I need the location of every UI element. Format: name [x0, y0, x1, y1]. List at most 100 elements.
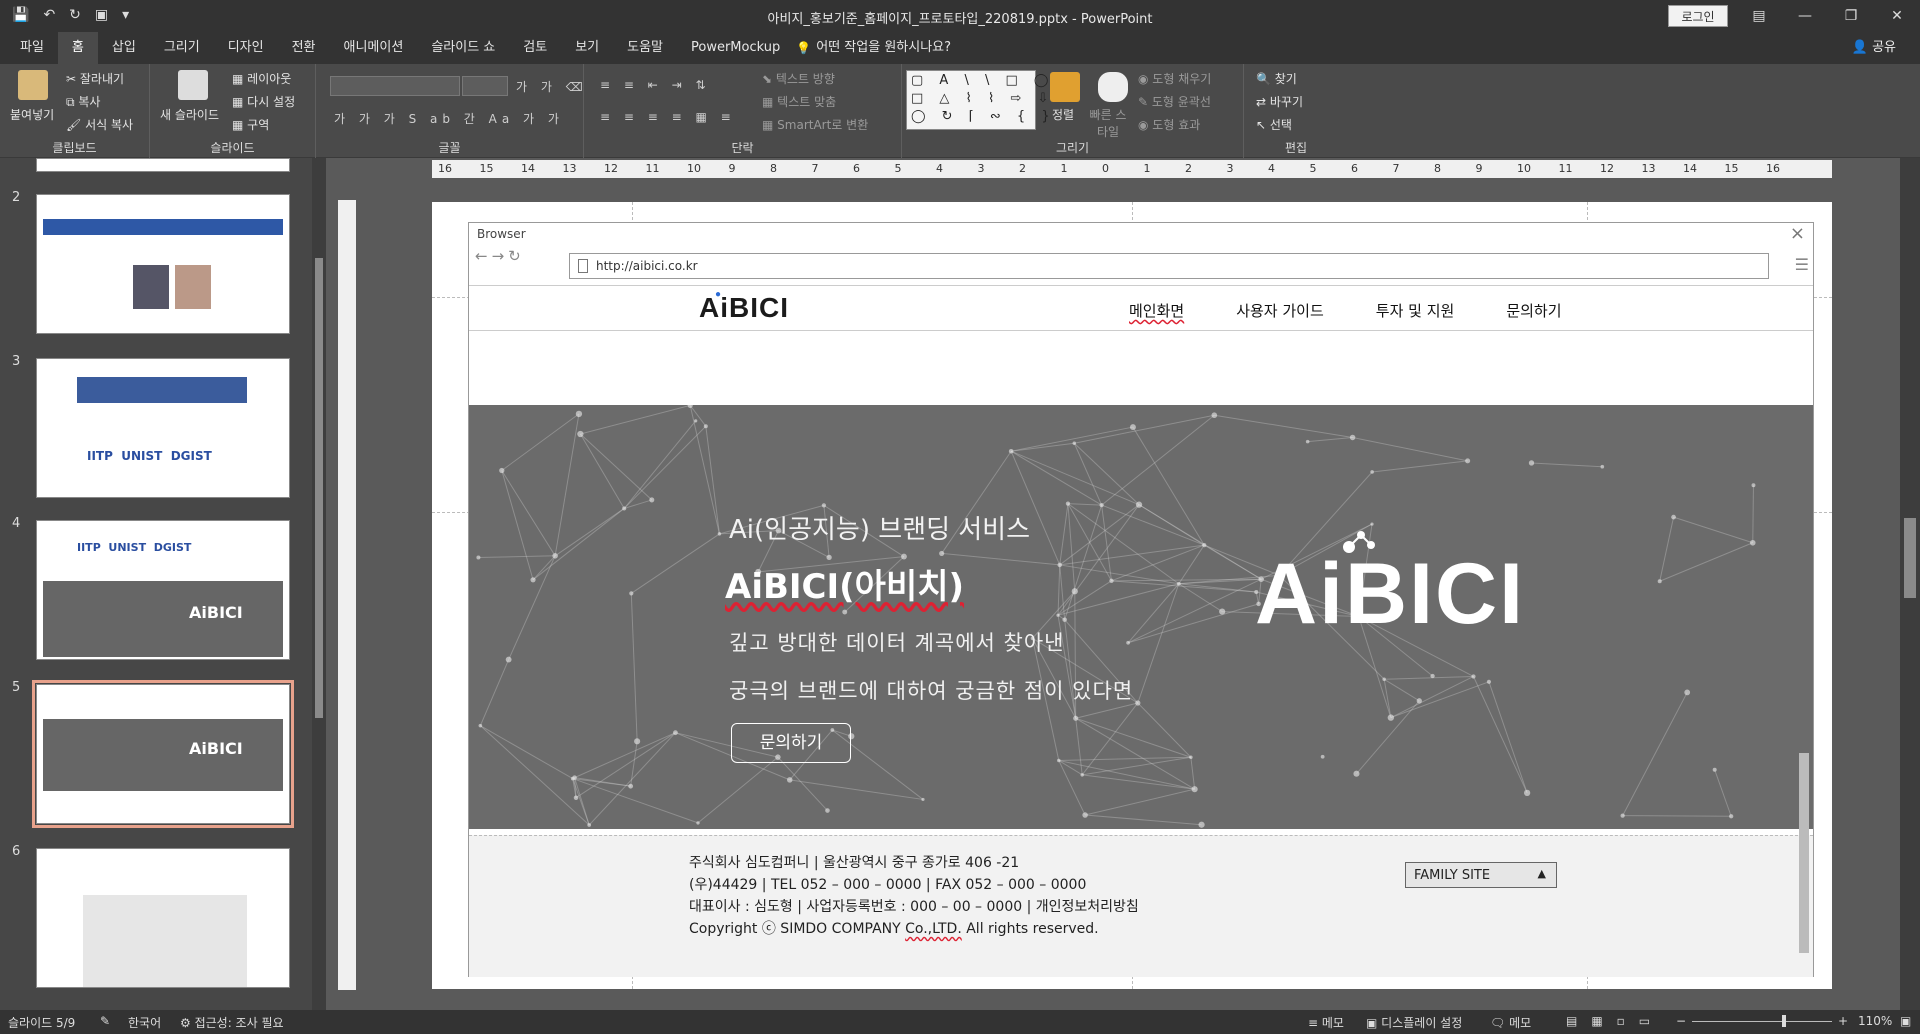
ruler-tick-label: 13: [562, 162, 577, 175]
tab-5[interactable]: 전환: [278, 32, 330, 64]
tab-2[interactable]: 삽입: [98, 32, 150, 64]
tab-9[interactable]: 보기: [561, 32, 613, 64]
shape-outline-button[interactable]: ✎ 도형 윤곽선: [1138, 93, 1211, 110]
font-family-combo[interactable]: [330, 76, 460, 96]
url-bar[interactable]: http://aibici.co.kr: [569, 253, 1769, 279]
browser-close-icon[interactable]: ×: [1790, 223, 1805, 244]
family-site-select[interactable]: FAMILY SITE ▲: [1405, 862, 1557, 888]
text-align-button[interactable]: ▦ 텍스트 맞춤: [762, 93, 836, 110]
select-label: 선택: [1269, 118, 1292, 132]
display-settings-button[interactable]: ▣ 디스플레이 설정: [1366, 1014, 1462, 1031]
arrange-icon[interactable]: [1050, 72, 1080, 102]
browser-label: Browser: [477, 227, 526, 241]
zoom-out-icon[interactable]: −: [1676, 1014, 1686, 1028]
paste-button[interactable]: 붙여넣기: [10, 106, 54, 123]
list-buttons[interactable]: ≡ ≡ ⇤ ⇥ ⇅: [600, 78, 711, 92]
tell-me-search[interactable]: 어떤 작업을 원하시나요?: [794, 32, 951, 64]
notes-button[interactable]: ≡ 메모: [1308, 1014, 1344, 1031]
site-header: ● AiBICI 메인화면 사용자 가이드 투자 및 지원 문의하기: [469, 285, 1813, 331]
zoom-in-icon[interactable]: +: [1838, 1014, 1848, 1028]
language-indicator[interactable]: 한국어: [128, 1014, 161, 1031]
tab-11[interactable]: PowerMockup: [677, 32, 794, 64]
thumbnail-1-partial[interactable]: [36, 158, 290, 172]
tab-8[interactable]: 검토: [509, 32, 561, 64]
font-size-combo[interactable]: [462, 76, 508, 96]
hero-subtitle: Ai(인공지능) 브랜딩 서비스: [729, 515, 1031, 545]
network-background: [476, 405, 1756, 828]
new-slide-button[interactable]: 새 슬라이드: [160, 106, 219, 123]
display-settings-label: 디스플레이 설정: [1381, 1016, 1463, 1030]
accessibility-status[interactable]: ⚙ 접근성: 조사 필요: [180, 1014, 284, 1031]
minimize-icon[interactable]: —: [1782, 0, 1828, 32]
shapes-gallery[interactable]: ▢ A \ \ □ ◯ □ △ ⌇ ⌇ ⇨ ⇩ ◯ ↻ ⌈ ∾ { }: [906, 70, 1050, 130]
browser-nav-icons[interactable]: ←→↻: [475, 247, 525, 265]
drawing-group-label: 그리기: [1055, 141, 1090, 155]
tab-0[interactable]: 파일: [6, 32, 58, 64]
arrange-button[interactable]: 정렬: [1052, 106, 1074, 123]
tab-7[interactable]: 슬라이드 쇼: [417, 32, 509, 64]
site-logo[interactable]: ● AiBICI: [699, 289, 789, 324]
format-painter-button[interactable]: 🖌 서식 복사: [66, 116, 133, 133]
tab-3[interactable]: 그리기: [150, 32, 214, 64]
scroll-thumb[interactable]: [1904, 518, 1916, 598]
browser-scrollbar[interactable]: [1797, 285, 1811, 975]
zoom-level[interactable]: 110%: [1858, 1014, 1892, 1028]
nav-user-guide[interactable]: 사용자 가이드: [1236, 300, 1324, 321]
ruler-tick-label: 7: [1392, 162, 1400, 175]
spellcheck-icon[interactable]: ✎: [100, 1014, 110, 1028]
replace-button[interactable]: ⇄ 바꾸기: [1256, 93, 1303, 110]
nav-contact[interactable]: 문의하기: [1506, 300, 1561, 321]
tab-1[interactable]: 홈: [57, 32, 98, 64]
scroll-thumb[interactable]: [1799, 753, 1809, 953]
slide-thumbnail-3[interactable]: IITP UNIST DGIST: [36, 358, 290, 498]
font-size-buttons[interactable]: 가 가 ⌫: [516, 78, 588, 95]
login-button[interactable]: 로그인: [1668, 5, 1728, 27]
cut-button[interactable]: ✂ 잘라내기: [66, 70, 124, 87]
quick-styles-icon[interactable]: [1098, 72, 1128, 102]
quick-styles-button[interactable]: 빠른 스타일: [1088, 106, 1128, 140]
font-format-buttons[interactable]: 가 가 가 S ab 간 Aa 가 가: [334, 110, 564, 127]
view-buttons[interactable]: ▤▦▫▭: [1566, 1014, 1664, 1028]
browser-menu-icon[interactable]: ☰: [1795, 255, 1809, 274]
text-direction-button[interactable]: ⬊ 텍스트 방향: [762, 70, 835, 87]
thumb-hero: AiBICI: [43, 719, 283, 791]
zoom-slider-thumb[interactable]: [1782, 1015, 1786, 1027]
nav-investment[interactable]: 투자 및 지원: [1376, 300, 1455, 321]
share-button[interactable]: 👤 공유: [1852, 32, 1896, 64]
thumbnail-scrollbar[interactable]: [312, 158, 326, 1010]
contact-button[interactable]: 문의하기: [731, 723, 851, 763]
ruler-tick-label: 5: [1309, 162, 1317, 175]
ribbon-display-icon[interactable]: ▤: [1736, 0, 1782, 32]
reset-button[interactable]: ▦ 다시 설정: [232, 93, 295, 110]
scroll-thumb[interactable]: [315, 258, 323, 718]
nav-home[interactable]: 메인화면: [1129, 300, 1184, 321]
shape-fill-button[interactable]: ◉ 도형 채우기: [1138, 70, 1211, 87]
slide-counter: 슬라이드 5/9: [8, 1016, 76, 1030]
smartart-label: SmartArt로 변환: [777, 118, 869, 132]
tab-10[interactable]: 도움말: [613, 32, 677, 64]
paste-icon[interactable]: [18, 70, 48, 100]
smartart-button[interactable]: ▦ SmartArt로 변환: [762, 116, 868, 133]
tab-6[interactable]: 애니메이션: [330, 32, 418, 64]
slide-thumbnail-4[interactable]: IITP UNIST DGIST AiBICI: [36, 520, 290, 660]
select-button[interactable]: ↖ 선택: [1256, 116, 1292, 133]
slide-thumbnail-6[interactable]: [36, 848, 290, 988]
section-button[interactable]: ▦ 구역: [232, 116, 269, 133]
shape-effect-button[interactable]: ◉ 도형 효과: [1138, 116, 1200, 133]
find-button[interactable]: 🔍 찾기: [1256, 70, 1297, 87]
fit-to-window-icon[interactable]: ▣: [1900, 1014, 1911, 1028]
slide-thumbnail-5[interactable]: AiBICI: [32, 680, 294, 828]
copy-button[interactable]: ⧉ 복사: [66, 93, 100, 110]
zoom-slider[interactable]: [1692, 1021, 1832, 1022]
maximize-icon[interactable]: ❐: [1828, 0, 1874, 32]
tab-4[interactable]: 디자인: [214, 32, 278, 64]
new-slide-icon[interactable]: [178, 70, 208, 100]
align-buttons[interactable]: ≡ ≡ ≡ ≡ ▦ ≡: [600, 110, 736, 124]
slide-thumbnail-2[interactable]: [36, 194, 290, 334]
layout-button[interactable]: ▦ 레이아웃: [232, 70, 291, 87]
close-icon[interactable]: ✕: [1874, 0, 1920, 32]
shape-effect-label: 도형 효과: [1152, 118, 1201, 132]
editor-scrollbar[interactable]: [1900, 158, 1920, 1010]
comments-button[interactable]: 🗨 메모: [1490, 1014, 1531, 1031]
slide-canvas[interactable]: Browser × ←→↻ http://aibici.co.kr ☰ ● AiB…: [432, 202, 1832, 989]
